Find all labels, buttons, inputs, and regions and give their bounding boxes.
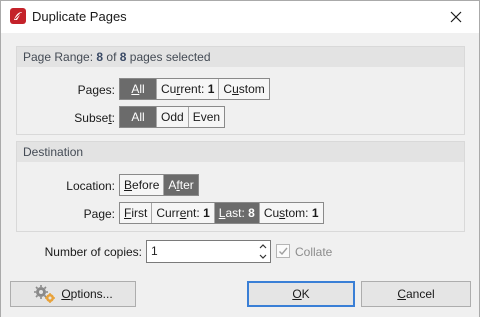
pages-option-custom[interactable]: Custom	[218, 79, 269, 99]
subset-option-even[interactable]: Even	[187, 107, 225, 127]
chevron-up-icon[interactable]	[258, 242, 268, 251]
subset-selector: All Odd Even	[119, 106, 226, 128]
page-range-group: Page Range: 8 of 8 pages selected Pages:…	[16, 46, 465, 135]
pdf-app-icon	[10, 8, 26, 24]
close-button[interactable]	[433, 1, 479, 33]
location-selector: Before After	[119, 174, 199, 196]
duplicate-pages-dialog: Duplicate Pages Page Range: 8 of 8 pages…	[0, 0, 480, 317]
pages-option-current[interactable]: Current: 1	[156, 79, 219, 99]
subset-option-odd[interactable]: Odd	[156, 107, 188, 127]
destination-group: Destination Location: Before After Page:…	[16, 141, 465, 232]
page-option-custom[interactable]: Custom: 1	[258, 203, 323, 223]
page-range-heading: Page Range: 8 of 8 pages selected	[17, 47, 464, 67]
page-range-of: of	[103, 50, 120, 64]
title-bar: Duplicate Pages	[1, 1, 479, 33]
close-icon	[450, 11, 462, 23]
page-option-last[interactable]: Last: 8	[213, 203, 259, 223]
options-button[interactable]: Options...	[10, 281, 136, 307]
pages-label: Pages:	[77, 83, 115, 97]
page-option-current[interactable]: Current: 1	[151, 203, 214, 223]
spin-arrows[interactable]	[258, 242, 268, 261]
gears-icon	[34, 285, 56, 303]
copies-value[interactable]: 1	[151, 244, 158, 258]
collate-label: Collate	[295, 245, 333, 259]
pages-option-all[interactable]: All	[120, 79, 156, 99]
button-bar: Options... OK Cancel	[1, 273, 479, 317]
collate-checkbox[interactable]	[276, 244, 290, 258]
destination-heading: Destination	[17, 142, 464, 162]
page-selector: First Current: 1 Last: 8 Custom: 1	[119, 202, 324, 224]
location-option-after[interactable]: After	[163, 175, 198, 195]
options-label: Options...	[61, 287, 113, 301]
subset-label: Subset:	[74, 111, 115, 125]
page-range-suffix: pages selected	[126, 50, 211, 64]
copies-label: Number of copies:	[44, 245, 142, 259]
ok-button[interactable]: OK	[247, 281, 355, 307]
page-label: Page:	[83, 207, 115, 221]
copies-spinbox[interactable]: 1	[146, 240, 271, 263]
pages-selector: All Current: 1 Custom	[119, 78, 270, 100]
ok-label: OK	[292, 287, 310, 301]
subset-option-all[interactable]: All	[120, 107, 156, 127]
location-option-before[interactable]: Before	[120, 175, 164, 195]
cancel-label: Cancel	[397, 287, 435, 301]
location-label: Location:	[66, 179, 115, 193]
chevron-down-icon[interactable]	[258, 252, 268, 261]
page-option-first[interactable]: First	[120, 203, 152, 223]
window-title: Duplicate Pages	[32, 9, 127, 24]
cancel-button[interactable]: Cancel	[361, 281, 471, 307]
checkmark-icon	[279, 247, 288, 256]
page-range-prefix: Page Range:	[23, 50, 97, 64]
